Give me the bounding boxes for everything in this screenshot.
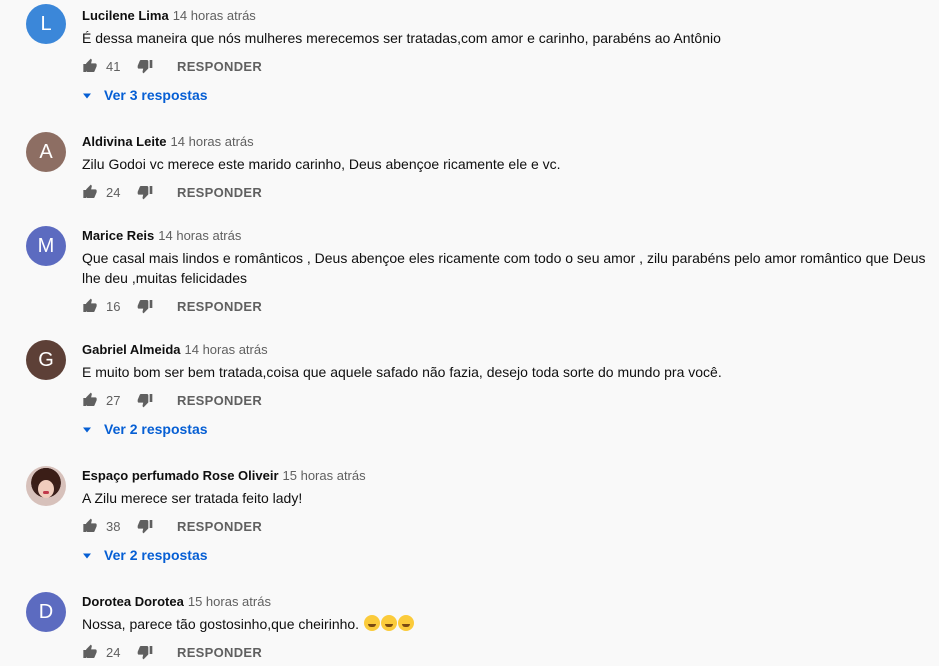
comment-time[interactable]: 14 horas atrás xyxy=(173,8,256,23)
like-count: 24 xyxy=(106,645,121,660)
view-replies-label: Ver 2 respostas xyxy=(104,421,208,437)
like-count: 38 xyxy=(106,519,121,534)
reply-button[interactable]: RESPONDER xyxy=(177,519,262,534)
comment-list: L Lucilene Lima 14 horas atrás É dessa ma… xyxy=(0,0,939,666)
reply-button[interactable]: RESPONDER xyxy=(177,59,262,74)
dislike-icon[interactable] xyxy=(137,644,153,660)
reply-button[interactable]: RESPONDER xyxy=(177,299,262,314)
grinning-emoji-icon xyxy=(380,615,397,631)
author-name[interactable]: Aldivina Leite xyxy=(82,134,167,149)
like-count: 41 xyxy=(106,59,121,74)
view-replies-label: Ver 2 respostas xyxy=(104,547,208,563)
comment-time[interactable]: 14 horas atrás xyxy=(171,134,254,149)
like-count: 27 xyxy=(106,393,121,408)
avatar[interactable]: L xyxy=(26,4,66,44)
sweat-smile-emoji-icon xyxy=(397,615,414,631)
comment-time[interactable]: 15 horas atrás xyxy=(188,594,271,609)
dislike-icon[interactable] xyxy=(137,58,153,74)
comment-header: Marice Reis 14 horas atrás xyxy=(82,228,241,243)
avatar[interactable] xyxy=(26,466,66,506)
avatar-face xyxy=(38,480,54,498)
avatar[interactable]: M xyxy=(26,226,66,266)
comment-time[interactable]: 15 horas atrás xyxy=(283,468,366,483)
comment-text: Que casal mais lindos e românticos , Deu… xyxy=(82,250,926,286)
author-name[interactable]: Marice Reis xyxy=(82,228,154,243)
dislike-icon[interactable] xyxy=(137,184,153,200)
comment-header: Lucilene Lima 14 horas atrás xyxy=(82,8,256,23)
comment-text: Zilu Godoi vc merece este marido carinho… xyxy=(82,156,561,172)
avatar[interactable]: D xyxy=(26,592,66,632)
like-icon[interactable] xyxy=(82,518,98,534)
like-icon[interactable] xyxy=(82,392,98,408)
author-name[interactable]: Dorotea Dorotea xyxy=(82,594,184,609)
comment-time[interactable]: 14 horas atrás xyxy=(158,228,241,243)
like-icon[interactable] xyxy=(82,298,98,314)
author-name[interactable]: Lucilene Lima xyxy=(82,8,169,23)
caret-down-icon xyxy=(83,427,91,433)
comment-text: A Zilu merece ser tratada feito lady! xyxy=(82,490,303,506)
caret-down-icon xyxy=(83,553,91,559)
like-count: 16 xyxy=(106,299,121,314)
view-replies-label: Ver 3 respostas xyxy=(104,87,208,103)
like-count: 24 xyxy=(106,185,121,200)
comment-text-body: Nossa, parece tão gostosinho,que cheirin… xyxy=(82,616,360,632)
comment-text: É dessa maneira que nós mulheres merecem… xyxy=(82,30,721,46)
comment-header: Dorotea Dorotea 15 horas atrás xyxy=(82,594,271,609)
avatar[interactable]: G xyxy=(26,340,66,380)
author-name[interactable]: Gabriel Almeida xyxy=(82,342,181,357)
reply-button[interactable]: RESPONDER xyxy=(177,185,262,200)
avatar-lip xyxy=(43,491,49,494)
dislike-icon[interactable] xyxy=(137,518,153,534)
comment-header: Aldivina Leite 14 horas atrás xyxy=(82,134,254,149)
dislike-icon[interactable] xyxy=(137,392,153,408)
smiling-emoji-icon xyxy=(363,615,380,631)
comment-time[interactable]: 14 horas atrás xyxy=(185,342,268,357)
comment-text: E muito bom ser bem tratada,coisa que aq… xyxy=(82,364,722,380)
reply-button[interactable]: RESPONDER xyxy=(177,393,262,408)
comment-header: Espaço perfumado Rose Oliveir 15 horas at… xyxy=(82,468,366,483)
caret-down-icon xyxy=(83,93,91,99)
comment-header: Gabriel Almeida 14 horas atrás xyxy=(82,342,268,357)
author-name[interactable]: Espaço perfumado Rose Oliveir xyxy=(82,468,279,483)
comment-text: Nossa, parece tão gostosinho,que cheirin… xyxy=(82,614,927,634)
reply-button[interactable]: RESPONDER xyxy=(177,645,262,660)
like-icon[interactable] xyxy=(82,58,98,74)
avatar[interactable]: A xyxy=(26,132,66,172)
like-icon[interactable] xyxy=(82,184,98,200)
like-icon[interactable] xyxy=(82,644,98,660)
dislike-icon[interactable] xyxy=(137,298,153,314)
